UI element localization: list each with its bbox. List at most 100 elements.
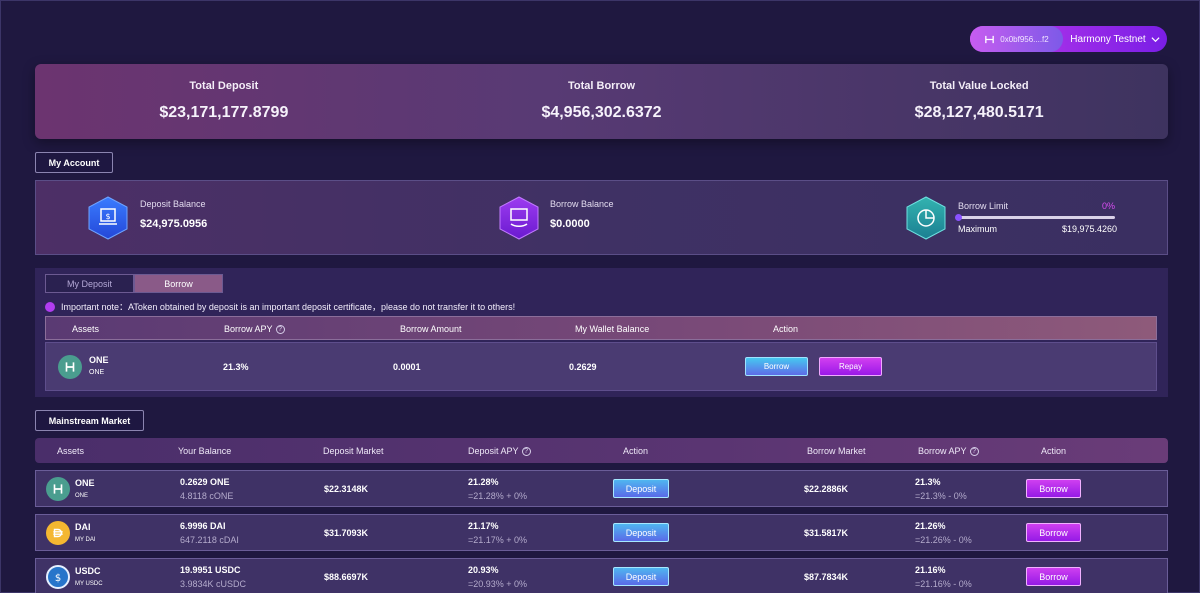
important-note: Important note：AToken obtained by deposi… bbox=[45, 300, 515, 313]
borrow-limit-label: Borrow Limit bbox=[958, 201, 1009, 211]
total-deposit-stat: Total Deposit $23,171,177.8799 bbox=[35, 64, 413, 139]
borrow-balance-label: Borrow Balance bbox=[550, 199, 614, 209]
borrow-balance-value: $0.0000 bbox=[550, 218, 590, 230]
stats-card: Total Deposit $23,171,177.8799 Total Bor… bbox=[35, 64, 1168, 139]
borrow-apy-sub: =21.26% - 0% bbox=[915, 535, 972, 545]
total-borrow-value: $4,956,302.6372 bbox=[541, 104, 662, 121]
borrow-apy-sub: =21.16% - 0% bbox=[915, 579, 972, 589]
col-deposit-action: Action bbox=[623, 446, 649, 456]
borrow-apy: 21.16% bbox=[915, 565, 946, 575]
deposit-button[interactable]: Deposit bbox=[613, 523, 669, 542]
borrow-limit-percent: 0% bbox=[1102, 201, 1116, 211]
help-icon[interactable]: ? bbox=[275, 325, 285, 335]
col-assets: Assets bbox=[57, 446, 85, 456]
deposit-balance: Deposit Balance $24,975.0956 bbox=[140, 199, 207, 230]
dai-coin-icon bbox=[46, 521, 70, 545]
network-selector[interactable]: Harmony Testnet bbox=[1063, 34, 1167, 45]
col-deposit-market: Deposit Market bbox=[323, 446, 384, 456]
total-deposit-label: Total Deposit bbox=[189, 80, 259, 92]
panel-tabs: My Deposit Borrow bbox=[45, 274, 223, 293]
maximum-label: Maximum bbox=[958, 224, 998, 234]
deposit-apy: 20.93% bbox=[468, 565, 499, 575]
your-balance: 0.2629 ONE bbox=[180, 477, 230, 487]
tab-my-deposit[interactable]: My Deposit bbox=[45, 274, 134, 293]
asset-sub: MY DAI bbox=[75, 537, 96, 543]
deposit-market: $31.7093K bbox=[324, 528, 369, 538]
deposit-apy-sub: =21.17% + 0% bbox=[468, 535, 528, 545]
col-deposit-apy-label: Deposit APY bbox=[468, 446, 519, 456]
col-borrow-apy-label: Borrow APY bbox=[918, 446, 967, 456]
col-borrow-action: Action bbox=[1041, 446, 1067, 456]
asset-name: DAI bbox=[75, 522, 91, 532]
maximum-value: $19,975.4260 bbox=[1062, 224, 1118, 234]
borrow-apy-sub: =21.3% - 0% bbox=[915, 491, 967, 501]
deposit-apy: 21.28% bbox=[468, 477, 499, 487]
total-borrow-label: Total Borrow bbox=[568, 80, 636, 92]
deposit-button[interactable]: Deposit bbox=[613, 479, 669, 498]
col-action: Action bbox=[773, 324, 799, 334]
wallet-address: 0x0bf956....f2 bbox=[1000, 34, 1049, 44]
col-assets: Assets bbox=[72, 324, 100, 334]
col-wallet-balance: My Wallet Balance bbox=[575, 324, 650, 334]
your-balance: 6.9996 DAI bbox=[180, 521, 226, 531]
borrow-button[interactable]: Borrow bbox=[745, 357, 808, 376]
borrow-wallet-icon bbox=[499, 196, 539, 240]
borrow-market: $31.5817K bbox=[804, 528, 849, 538]
network-label: Harmony Testnet bbox=[1070, 33, 1146, 45]
col-borrow-apy: Borrow APY? bbox=[918, 446, 979, 457]
deposit-button[interactable]: Deposit bbox=[613, 567, 669, 586]
borrow-apy: 21.3% bbox=[915, 477, 941, 487]
borrow-amount: 0.0001 bbox=[393, 362, 421, 372]
borrow-market: $22.2886K bbox=[804, 484, 849, 494]
usdc-coin-icon: $ bbox=[46, 565, 70, 589]
tvl-label: Total Value Locked bbox=[929, 80, 1029, 92]
borrow-panel: My Deposit Borrow Important note：AToken … bbox=[35, 268, 1168, 397]
borrow-limit-bar bbox=[955, 214, 1115, 221]
note-dot-icon bbox=[45, 301, 55, 312]
asset-sub: ONE bbox=[89, 369, 105, 376]
tab-borrow[interactable]: Borrow bbox=[134, 274, 223, 293]
repay-button[interactable]: Repay bbox=[819, 357, 882, 376]
market-table-header: Assets Your Balance Deposit Market Depos… bbox=[35, 438, 1168, 463]
deposit-apy-sub: =20.93% + 0% bbox=[468, 579, 528, 589]
note-text: Important note：AToken obtained by deposi… bbox=[61, 302, 516, 312]
deposit-balance-label: Deposit Balance bbox=[140, 199, 206, 209]
wallet-network-pill: 0x0bf956....f2 Harmony Testnet bbox=[970, 26, 1167, 52]
asset-name: ONE bbox=[89, 355, 109, 365]
help-icon[interactable]: ? bbox=[969, 447, 979, 457]
your-balance-sub: 4.8118 cONE bbox=[180, 491, 234, 501]
col-your-balance: Your Balance bbox=[178, 446, 232, 456]
chevron-down-icon bbox=[1151, 36, 1160, 42]
borrow-apy: 21.26% bbox=[915, 521, 946, 531]
total-borrow-stat: Total Borrow $4,956,302.6372 bbox=[413, 64, 791, 139]
col-deposit-apy: Deposit APY? bbox=[468, 446, 531, 457]
col-borrow-apy: Borrow APY? bbox=[224, 324, 285, 335]
help-icon[interactable]: ? bbox=[521, 447, 531, 457]
my-account-section-button[interactable]: My Account bbox=[35, 152, 113, 173]
borrow-table-header: Assets Borrow APY? Borrow Amount My Wall… bbox=[45, 316, 1157, 340]
one-coin-icon bbox=[46, 477, 70, 501]
wallet-address-button[interactable]: 0x0bf956....f2 bbox=[970, 26, 1063, 52]
deposit-apy-sub: =21.28% + 0% bbox=[468, 491, 528, 501]
asset-name: USDC bbox=[75, 566, 101, 576]
wallet-balance: 0.2629 bbox=[569, 362, 597, 372]
mainstream-market-section-button[interactable]: Mainstream Market bbox=[35, 410, 144, 431]
deposit-market: $88.6697K bbox=[324, 572, 369, 582]
one-coin-icon bbox=[58, 355, 82, 379]
borrow-button[interactable]: Borrow bbox=[1026, 523, 1081, 542]
svg-text:$: $ bbox=[55, 573, 61, 583]
market-row-dai: DAI MY DAI 6.9996 DAI 647.2118 cDAI $31.… bbox=[35, 514, 1168, 551]
deposit-market: $22.3148K bbox=[324, 484, 369, 494]
your-balance-sub: 647.2118 cDAI bbox=[180, 535, 239, 545]
deposit-balance-value: $24,975.0956 bbox=[140, 218, 208, 230]
asset-sub: ONE bbox=[75, 493, 89, 499]
asset-name: ONE bbox=[75, 478, 95, 488]
borrow-market: $87.7834K bbox=[804, 572, 849, 582]
pie-chart-icon bbox=[906, 196, 946, 240]
borrow-button[interactable]: Borrow bbox=[1026, 479, 1081, 498]
tvl-value: $28,127,480.5171 bbox=[914, 104, 1044, 121]
col-borrow-apy-label: Borrow APY bbox=[224, 324, 273, 334]
svg-text:$: $ bbox=[105, 212, 110, 221]
asset-sub: MY USDC bbox=[75, 581, 103, 587]
borrow-button[interactable]: Borrow bbox=[1026, 567, 1081, 586]
